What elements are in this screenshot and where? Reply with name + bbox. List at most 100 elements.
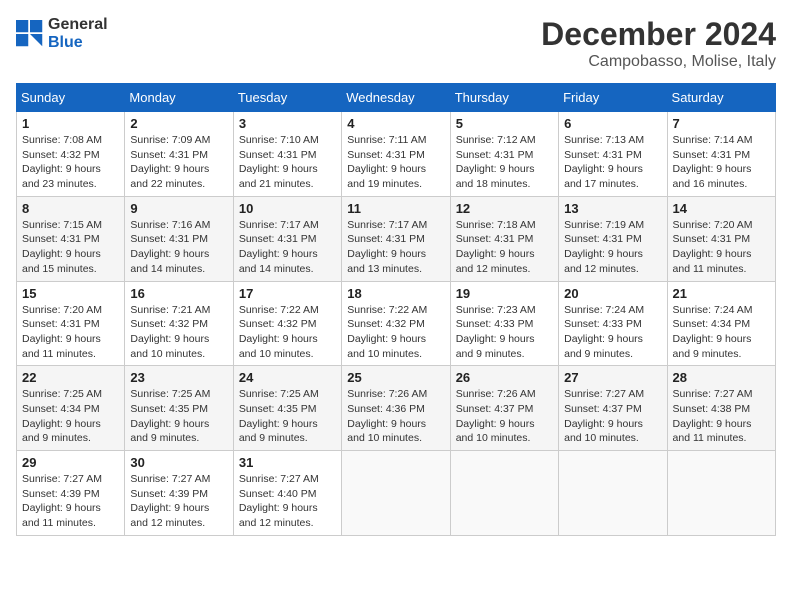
day-number: 14: [673, 201, 770, 216]
logo-text-line2: Blue: [48, 34, 108, 52]
day-number: 6: [564, 116, 661, 131]
list-item: 22 Sunrise: 7:25 AMSunset: 4:34 PMDaylig…: [17, 366, 125, 451]
list-item: 5 Sunrise: 7:12 AMSunset: 4:31 PMDayligh…: [450, 112, 558, 197]
day-number: 21: [673, 286, 770, 301]
col-friday: Friday: [559, 84, 667, 112]
title-area: December 2024 Campobasso, Molise, Italy: [541, 16, 776, 71]
day-number: 18: [347, 286, 444, 301]
col-monday: Monday: [125, 84, 233, 112]
col-thursday: Thursday: [450, 84, 558, 112]
list-item: 9 Sunrise: 7:16 AMSunset: 4:31 PMDayligh…: [125, 196, 233, 281]
col-saturday: Saturday: [667, 84, 775, 112]
list-item: [342, 451, 450, 536]
day-info: Sunrise: 7:26 AMSunset: 4:36 PMDaylight:…: [347, 387, 444, 446]
list-item: 24 Sunrise: 7:25 AMSunset: 4:35 PMDaylig…: [233, 366, 341, 451]
day-info: Sunrise: 7:15 AMSunset: 4:31 PMDaylight:…: [22, 218, 119, 277]
day-info: Sunrise: 7:13 AMSunset: 4:31 PMDaylight:…: [564, 133, 661, 192]
list-item: [450, 451, 558, 536]
day-number: 1: [22, 116, 119, 131]
day-number: 31: [239, 455, 336, 470]
day-number: 7: [673, 116, 770, 131]
list-item: 13 Sunrise: 7:19 AMSunset: 4:31 PMDaylig…: [559, 196, 667, 281]
list-item: 18 Sunrise: 7:22 AMSunset: 4:32 PMDaylig…: [342, 281, 450, 366]
day-info: Sunrise: 7:25 AMSunset: 4:34 PMDaylight:…: [22, 387, 119, 446]
header-row: Sunday Monday Tuesday Wednesday Thursday…: [17, 84, 776, 112]
day-number: 8: [22, 201, 119, 216]
list-item: 20 Sunrise: 7:24 AMSunset: 4:33 PMDaylig…: [559, 281, 667, 366]
list-item: 1 Sunrise: 7:08 AMSunset: 4:32 PMDayligh…: [17, 112, 125, 197]
list-item: 12 Sunrise: 7:18 AMSunset: 4:31 PMDaylig…: [450, 196, 558, 281]
day-info: Sunrise: 7:16 AMSunset: 4:31 PMDaylight:…: [130, 218, 227, 277]
day-info: Sunrise: 7:17 AMSunset: 4:31 PMDaylight:…: [347, 218, 444, 277]
col-wednesday: Wednesday: [342, 84, 450, 112]
day-number: 28: [673, 370, 770, 385]
day-number: 26: [456, 370, 553, 385]
list-item: 2 Sunrise: 7:09 AMSunset: 4:31 PMDayligh…: [125, 112, 233, 197]
day-info: Sunrise: 7:27 AMSunset: 4:39 PMDaylight:…: [22, 472, 119, 531]
day-info: Sunrise: 7:27 AMSunset: 4:37 PMDaylight:…: [564, 387, 661, 446]
day-info: Sunrise: 7:27 AMSunset: 4:38 PMDaylight:…: [673, 387, 770, 446]
day-info: Sunrise: 7:26 AMSunset: 4:37 PMDaylight:…: [456, 387, 553, 446]
day-number: 19: [456, 286, 553, 301]
day-info: Sunrise: 7:24 AMSunset: 4:33 PMDaylight:…: [564, 303, 661, 362]
day-info: Sunrise: 7:25 AMSunset: 4:35 PMDaylight:…: [239, 387, 336, 446]
day-info: Sunrise: 7:27 AMSunset: 4:40 PMDaylight:…: [239, 472, 336, 531]
day-info: Sunrise: 7:14 AMSunset: 4:31 PMDaylight:…: [673, 133, 770, 192]
header: General Blue December 2024 Campobasso, M…: [16, 16, 776, 71]
list-item: 15 Sunrise: 7:20 AMSunset: 4:31 PMDaylig…: [17, 281, 125, 366]
list-item: 11 Sunrise: 7:17 AMSunset: 4:31 PMDaylig…: [342, 196, 450, 281]
logo: General Blue: [16, 16, 108, 53]
day-number: 11: [347, 201, 444, 216]
day-info: Sunrise: 7:17 AMSunset: 4:31 PMDaylight:…: [239, 218, 336, 277]
list-item: 31 Sunrise: 7:27 AMSunset: 4:40 PMDaylig…: [233, 451, 341, 536]
table-row: 29 Sunrise: 7:27 AMSunset: 4:39 PMDaylig…: [17, 451, 776, 536]
day-info: Sunrise: 7:22 AMSunset: 4:32 PMDaylight:…: [347, 303, 444, 362]
day-info: Sunrise: 7:25 AMSunset: 4:35 PMDaylight:…: [130, 387, 227, 446]
list-item: 27 Sunrise: 7:27 AMSunset: 4:37 PMDaylig…: [559, 366, 667, 451]
day-number: 5: [456, 116, 553, 131]
day-info: Sunrise: 7:11 AMSunset: 4:31 PMDaylight:…: [347, 133, 444, 192]
day-number: 15: [22, 286, 119, 301]
list-item: 6 Sunrise: 7:13 AMSunset: 4:31 PMDayligh…: [559, 112, 667, 197]
list-item: 17 Sunrise: 7:22 AMSunset: 4:32 PMDaylig…: [233, 281, 341, 366]
list-item: 19 Sunrise: 7:23 AMSunset: 4:33 PMDaylig…: [450, 281, 558, 366]
table-row: 22 Sunrise: 7:25 AMSunset: 4:34 PMDaylig…: [17, 366, 776, 451]
logo-text-line1: General: [48, 16, 108, 34]
day-number: 20: [564, 286, 661, 301]
day-number: 17: [239, 286, 336, 301]
list-item: 3 Sunrise: 7:10 AMSunset: 4:31 PMDayligh…: [233, 112, 341, 197]
col-sunday: Sunday: [17, 84, 125, 112]
list-item: 14 Sunrise: 7:20 AMSunset: 4:31 PMDaylig…: [667, 196, 775, 281]
calendar-title: December 2024: [541, 16, 776, 53]
day-number: 13: [564, 201, 661, 216]
day-number: 16: [130, 286, 227, 301]
day-number: 29: [22, 455, 119, 470]
day-number: 12: [456, 201, 553, 216]
day-number: 2: [130, 116, 227, 131]
day-info: Sunrise: 7:20 AMSunset: 4:31 PMDaylight:…: [22, 303, 119, 362]
day-info: Sunrise: 7:22 AMSunset: 4:32 PMDaylight:…: [239, 303, 336, 362]
list-item: [667, 451, 775, 536]
day-number: 22: [22, 370, 119, 385]
list-item: 23 Sunrise: 7:25 AMSunset: 4:35 PMDaylig…: [125, 366, 233, 451]
day-number: 9: [130, 201, 227, 216]
list-item: 26 Sunrise: 7:26 AMSunset: 4:37 PMDaylig…: [450, 366, 558, 451]
day-number: 23: [130, 370, 227, 385]
day-info: Sunrise: 7:24 AMSunset: 4:34 PMDaylight:…: [673, 303, 770, 362]
calendar-subtitle: Campobasso, Molise, Italy: [541, 53, 776, 71]
day-number: 3: [239, 116, 336, 131]
day-number: 30: [130, 455, 227, 470]
list-item: 4 Sunrise: 7:11 AMSunset: 4:31 PMDayligh…: [342, 112, 450, 197]
list-item: 8 Sunrise: 7:15 AMSunset: 4:31 PMDayligh…: [17, 196, 125, 281]
day-info: Sunrise: 7:08 AMSunset: 4:32 PMDaylight:…: [22, 133, 119, 192]
day-number: 27: [564, 370, 661, 385]
day-info: Sunrise: 7:09 AMSunset: 4:31 PMDaylight:…: [130, 133, 227, 192]
list-item: 16 Sunrise: 7:21 AMSunset: 4:32 PMDaylig…: [125, 281, 233, 366]
table-row: 1 Sunrise: 7:08 AMSunset: 4:32 PMDayligh…: [17, 112, 776, 197]
list-item: 21 Sunrise: 7:24 AMSunset: 4:34 PMDaylig…: [667, 281, 775, 366]
day-info: Sunrise: 7:23 AMSunset: 4:33 PMDaylight:…: [456, 303, 553, 362]
calendar-table: Sunday Monday Tuesday Wednesday Thursday…: [16, 83, 776, 536]
day-info: Sunrise: 7:12 AMSunset: 4:31 PMDaylight:…: [456, 133, 553, 192]
day-info: Sunrise: 7:21 AMSunset: 4:32 PMDaylight:…: [130, 303, 227, 362]
day-info: Sunrise: 7:20 AMSunset: 4:31 PMDaylight:…: [673, 218, 770, 277]
